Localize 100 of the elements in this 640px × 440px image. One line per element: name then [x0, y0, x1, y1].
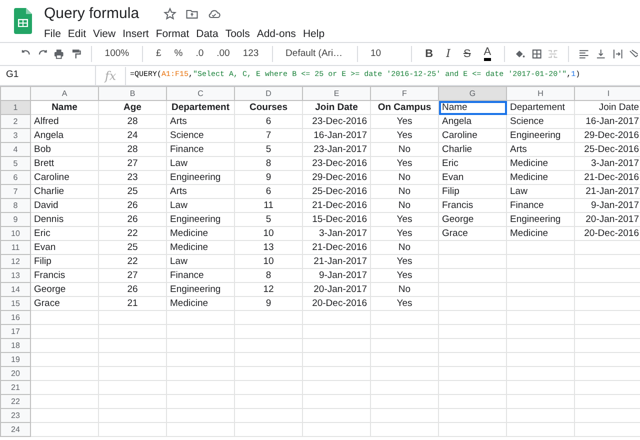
- table-cell: Angela: [438, 114, 506, 128]
- align-left-icon[interactable]: [578, 47, 590, 61]
- row-header[interactable]: 19: [0, 352, 30, 366]
- row-header[interactable]: 23: [0, 408, 30, 422]
- row-header[interactable]: 17: [0, 324, 30, 338]
- table-cell: On Campus: [370, 100, 438, 114]
- menu-item[interactable]: Insert: [122, 27, 154, 41]
- table-cell: 8: [234, 268, 302, 282]
- borders-icon[interactable]: [530, 47, 542, 61]
- column-header[interactable]: C: [166, 86, 234, 100]
- row-header[interactable]: 6: [0, 170, 30, 184]
- column-header[interactable]: D: [234, 86, 302, 100]
- row-header[interactable]: 3: [0, 128, 30, 142]
- decrease-decimal-button[interactable]: .0: [196, 46, 204, 62]
- text-wrap-icon[interactable]: [612, 47, 624, 61]
- table-cell: Science: [506, 114, 574, 128]
- row-header[interactable]: 15: [0, 296, 30, 310]
- row-header[interactable]: 18: [0, 338, 30, 352]
- increase-decimal-button[interactable]: .00: [216, 46, 230, 62]
- row-header[interactable]: 4: [0, 142, 30, 156]
- table-cell: No: [370, 184, 438, 198]
- row-header[interactable]: 13: [0, 268, 30, 282]
- table-cell: 23: [98, 170, 166, 184]
- table-cell: 21: [98, 296, 166, 310]
- table-cell: 28: [98, 142, 166, 156]
- row-header[interactable]: 24: [0, 422, 30, 436]
- table-cell: Grace: [30, 296, 98, 310]
- table-cell: 25: [98, 240, 166, 254]
- table-cell: Evan: [438, 170, 506, 184]
- star-icon[interactable]: [163, 6, 178, 20]
- name-box[interactable]: G1: [6, 68, 19, 83]
- column-header[interactable]: F: [370, 86, 438, 100]
- table-cell: Yes: [370, 254, 438, 268]
- table-cell: Eric: [438, 156, 506, 170]
- table-cell: Engineering: [506, 212, 574, 226]
- selected-cell[interactable]: Name: [438, 100, 506, 114]
- column-header[interactable]: G: [438, 86, 506, 100]
- row-header[interactable]: 21: [0, 380, 30, 394]
- menu-item[interactable]: File: [44, 27, 66, 41]
- menu-item[interactable]: Add-ons: [256, 27, 301, 41]
- zoom-dropdown[interactable]: 100%: [104, 46, 130, 62]
- row-header[interactable]: 20: [0, 366, 30, 380]
- column-header[interactable]: I: [574, 86, 640, 100]
- document-title[interactable]: Query formula: [44, 5, 140, 23]
- row-header[interactable]: 8: [0, 198, 30, 212]
- table-cell: 15-Dec-2016: [302, 212, 370, 226]
- menu-item[interactable]: Edit: [68, 27, 92, 41]
- percent-button[interactable]: %: [174, 46, 183, 62]
- table-cell: 26: [98, 212, 166, 226]
- column-header[interactable]: E: [302, 86, 370, 100]
- row-header[interactable]: 16: [0, 310, 30, 324]
- font-dropdown[interactable]: Default (Ari…: [286, 46, 348, 62]
- column-header[interactable]: H: [506, 86, 574, 100]
- table-cell: 23-Jan-2017: [302, 142, 370, 156]
- table-cell: Angela: [30, 128, 98, 142]
- menu-item[interactable]: View: [93, 27, 121, 41]
- table-cell: Yes: [370, 128, 438, 142]
- table-cell: 5: [234, 212, 302, 226]
- row-header[interactable]: 14: [0, 282, 30, 296]
- menu-item[interactable]: Help: [302, 27, 330, 41]
- column-header[interactable]: B: [98, 86, 166, 100]
- table-cell: 7: [234, 128, 302, 142]
- menu-item[interactable]: Format: [156, 27, 194, 41]
- table-cell: 28: [98, 114, 166, 128]
- table-cell: Engineering: [166, 282, 234, 296]
- paint-format-icon[interactable]: [70, 47, 82, 61]
- table-cell: Join Date: [574, 100, 640, 114]
- font-size-dropdown[interactable]: 10: [370, 46, 402, 62]
- print-icon[interactable]: [53, 47, 66, 61]
- table-cell: 25-Dec-2016: [302, 184, 370, 198]
- table-cell: Brett: [30, 156, 98, 170]
- row-header[interactable]: 11: [0, 240, 30, 254]
- table-cell: Medicine: [506, 226, 574, 240]
- row-header[interactable]: 7: [0, 184, 30, 198]
- vertical-align-icon[interactable]: [594, 47, 606, 61]
- strikethrough-button[interactable]: S: [463, 46, 471, 62]
- row-header[interactable]: 22: [0, 394, 30, 408]
- table-cell: Charlie: [30, 184, 98, 198]
- table-cell: Engineering: [166, 212, 234, 226]
- table-cell: Science: [166, 128, 234, 142]
- sheets-logo-icon[interactable]: [14, 8, 32, 34]
- table-cell: Filip: [438, 184, 506, 198]
- menu-item[interactable]: Tools: [225, 27, 255, 41]
- table-cell: 9: [234, 296, 302, 310]
- row-header[interactable]: 9: [0, 212, 30, 226]
- currency-button[interactable]: £: [156, 46, 162, 62]
- table-cell: 23-Dec-2016: [302, 114, 370, 128]
- row-header[interactable]: 10: [0, 226, 30, 240]
- table-cell: 27: [98, 268, 166, 282]
- row-header[interactable]: 1: [0, 100, 30, 114]
- italic-button[interactable]: I: [446, 46, 450, 62]
- menu-item[interactable]: Data: [196, 27, 224, 41]
- table-cell: Law: [166, 254, 234, 268]
- row-header[interactable]: 5: [0, 156, 30, 170]
- number-format-dropdown[interactable]: 123: [242, 46, 259, 62]
- text-color-button[interactable]: A: [484, 47, 492, 61]
- bold-button[interactable]: B: [425, 46, 434, 62]
- row-header[interactable]: 12: [0, 254, 30, 268]
- column-header[interactable]: A: [30, 86, 98, 100]
- row-header[interactable]: 2: [0, 114, 30, 128]
